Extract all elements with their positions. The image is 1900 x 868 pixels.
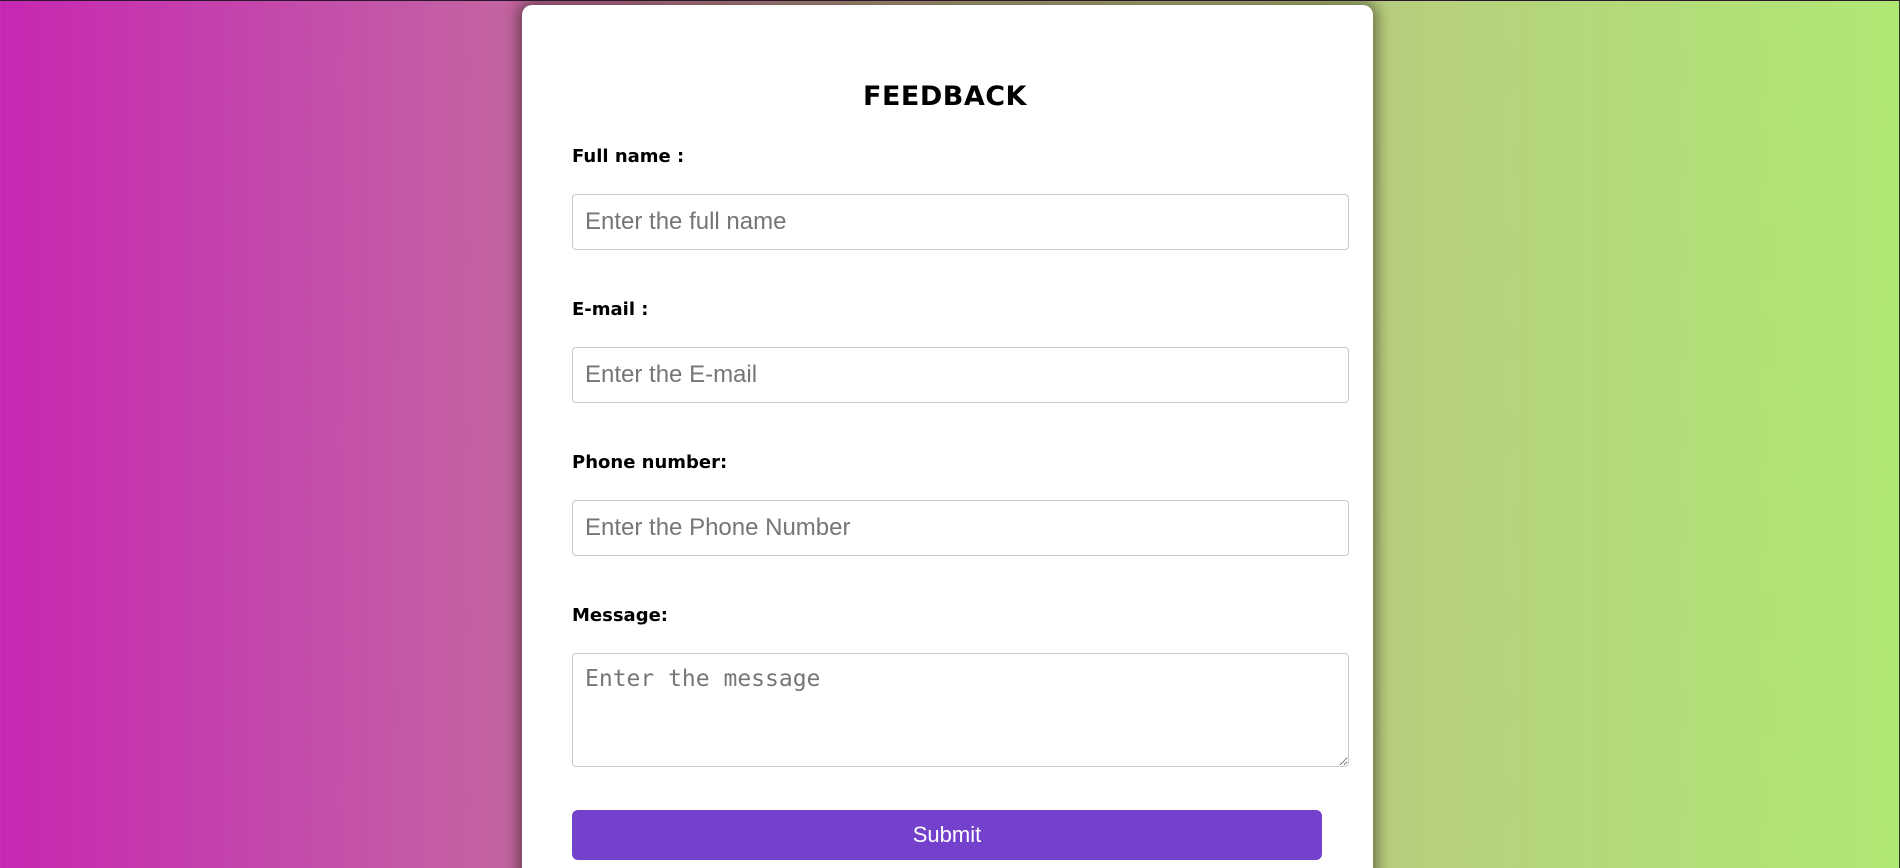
message-textarea[interactable]	[572, 653, 1349, 767]
submit-button[interactable]: Submit	[572, 810, 1322, 860]
email-label: E-mail :	[572, 299, 649, 320]
phone-number-input[interactable]	[572, 500, 1349, 556]
email-input[interactable]	[572, 347, 1349, 403]
message-label: Message:	[572, 605, 668, 626]
full-name-input[interactable]	[572, 194, 1349, 250]
full-name-label: Full name :	[572, 146, 685, 167]
form-title: FEEDBACK	[863, 81, 1027, 112]
feedback-form-card: FEEDBACK Full name : E-mail : Phone numb…	[522, 5, 1373, 868]
window-top-border	[0, 0, 1900, 1]
phone-number-label: Phone number:	[572, 452, 728, 473]
